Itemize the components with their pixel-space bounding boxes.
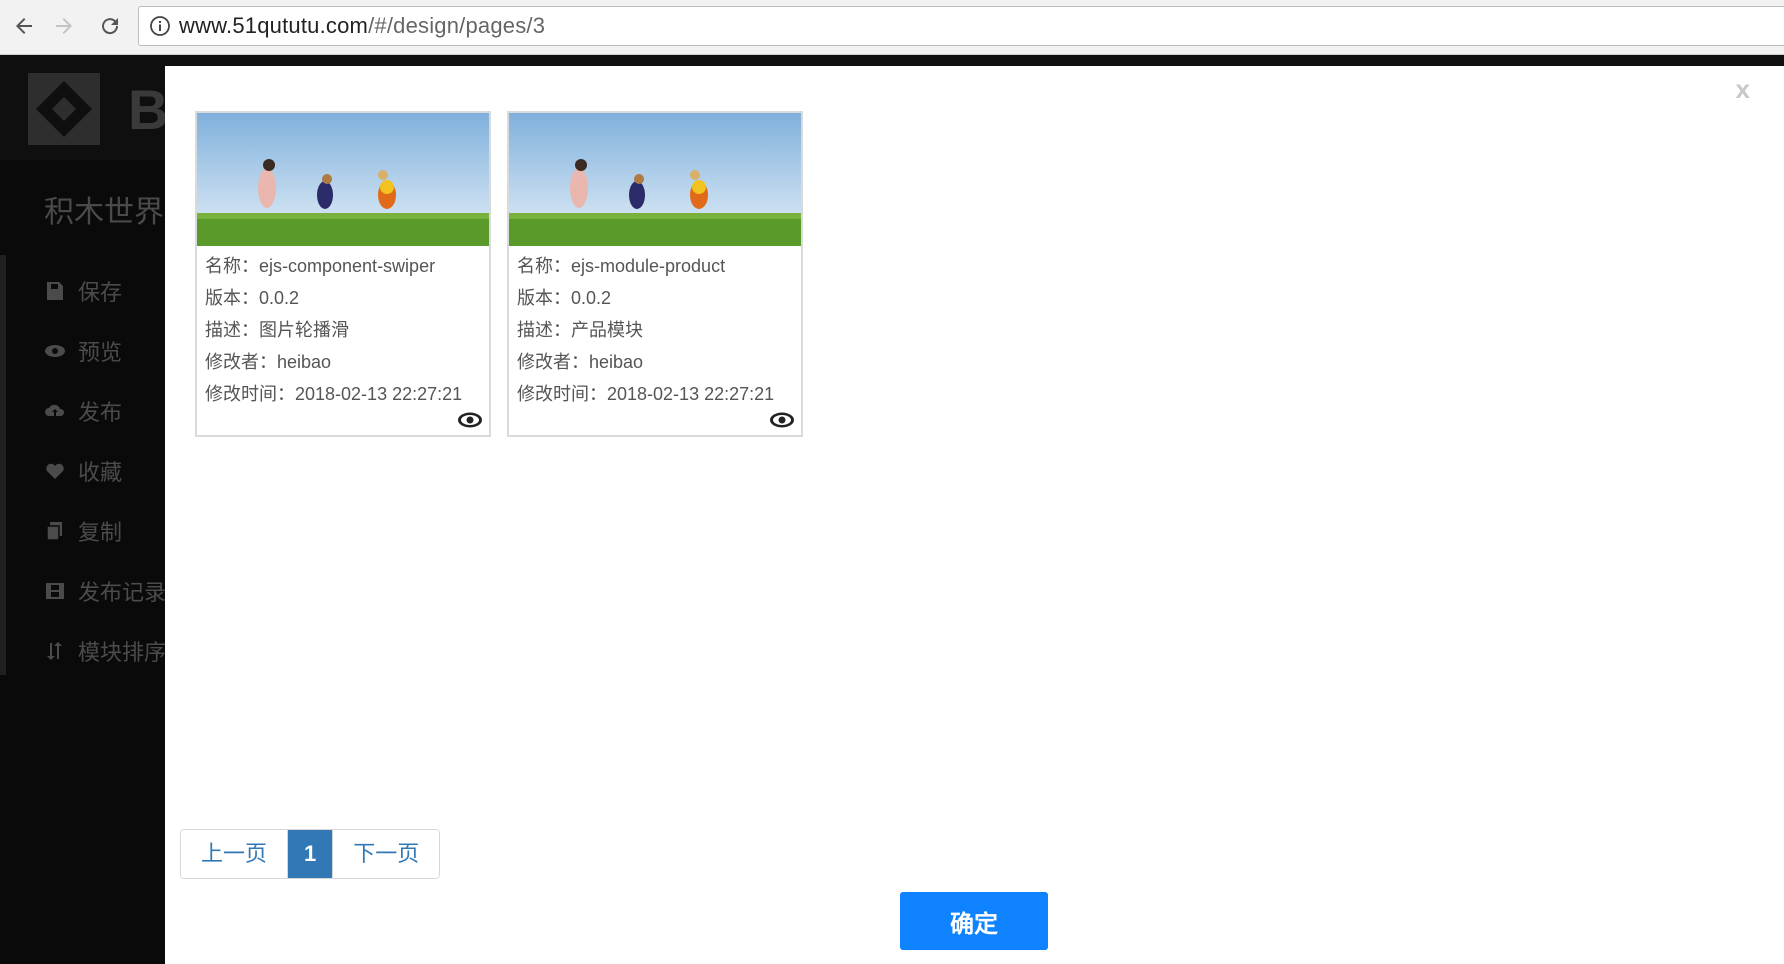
card-modified-time: 修改时间：2018-02-13 22:27:21: [205, 384, 463, 404]
preview-eye-icon[interactable]: [769, 411, 795, 429]
card-description: 描述：图片轮播滑: [205, 320, 349, 340]
address-bar[interactable]: www.51qututu.com/#/design/pages/3: [138, 6, 1784, 46]
pagination: 上一页 1 下一页: [180, 829, 441, 879]
browser-toolbar: www.51qututu.com/#/design/pages/3: [0, 0, 1784, 55]
sidebar-item-label: 发布: [78, 400, 123, 425]
confirm-button[interactable]: 确定: [900, 892, 1048, 950]
close-button[interactable]: x: [1736, 74, 1750, 105]
arrow-left-icon: [16, 18, 32, 34]
card-description: 描述：产品模块: [517, 320, 643, 340]
card-name: 名称：ejs-module-product: [517, 256, 726, 276]
sidebar-item-label: 模块排序: [78, 640, 167, 665]
film-icon: [46, 583, 64, 599]
back-button[interactable]: [6, 8, 42, 44]
card-name: 名称：ejs-component-swiper: [205, 256, 436, 276]
logo-text: B: [128, 78, 169, 141]
eye-icon: [45, 345, 65, 357]
sidebar-item-label: 收藏: [78, 460, 123, 485]
card-modified-time: 修改时间：2018-02-13 22:27:21: [517, 384, 775, 404]
reload-icon: [102, 18, 119, 35]
sidebar-item-label: 预览: [78, 340, 123, 365]
sidebar-item-label: 复制: [78, 520, 123, 545]
sidebar-item-publish[interactable]: 发布: [44, 381, 166, 441]
copy-icon: [46, 522, 62, 541]
url-text: www.51qututu.com/#/design/pages/3: [179, 13, 545, 39]
arrow-right-icon: [56, 18, 72, 34]
module-select-dialog: x 名称：ejs-component-swiper 版本：0.0.2 描述：图片…: [165, 66, 1784, 964]
module-card[interactable]: 名称：ejs-component-swiper 版本：0.0.2 描述：图片轮播…: [195, 111, 491, 437]
sidebar-menu: 保存 预览 发布 收藏 复制 发布记录 模块排序: [44, 261, 166, 681]
sort-icon: [47, 642, 62, 660]
sidebar-item-save[interactable]: 保存: [44, 261, 166, 321]
sidebar-item-favorite[interactable]: 收藏: [44, 441, 166, 501]
sidebar-item-label: 保存: [78, 280, 123, 305]
logo-icon: [28, 73, 100, 145]
card-modifier: 修改者：heibao: [205, 352, 332, 372]
module-card[interactable]: 名称：ejs-module-product 版本：0.0.2 描述：产品模块 修…: [507, 111, 803, 437]
save-icon: [47, 282, 63, 300]
card-version: 版本：0.0.2: [517, 288, 612, 308]
sidebar-item-copy[interactable]: 复制: [44, 501, 166, 561]
url-host: www.51qututu.com: [179, 13, 369, 38]
forward-button[interactable]: [46, 8, 82, 44]
preview-eye-icon[interactable]: [457, 411, 483, 429]
sidebar-strip: [0, 255, 6, 675]
card-version: 版本：0.0.2: [205, 288, 300, 308]
sidebar-item-preview[interactable]: 预览: [44, 321, 166, 381]
prev-page-button[interactable]: 上一页: [181, 830, 288, 878]
reload-button[interactable]: [92, 8, 128, 44]
site-name: 积木世界: [44, 196, 164, 229]
url-path: /#/design/pages/3: [368, 13, 546, 38]
sidebar-item-module-sort[interactable]: 模块排序: [44, 621, 166, 681]
thumbnail-image: [509, 113, 801, 246]
info-icon: [150, 16, 170, 36]
sidebar-item-publish-log[interactable]: 发布记录: [44, 561, 166, 621]
cloud-upload-icon: [45, 404, 65, 417]
heart-icon: [46, 463, 64, 479]
thumbnail-image: [197, 113, 489, 246]
sidebar-item-label: 发布记录: [78, 580, 167, 605]
next-page-button[interactable]: 下一页: [332, 830, 440, 878]
card-modifier: 修改者：heibao: [517, 352, 644, 372]
page-1-button[interactable]: 1: [287, 830, 333, 878]
module-card-list: 名称：ejs-component-swiper 版本：0.0.2 描述：图片轮播…: [195, 111, 819, 437]
